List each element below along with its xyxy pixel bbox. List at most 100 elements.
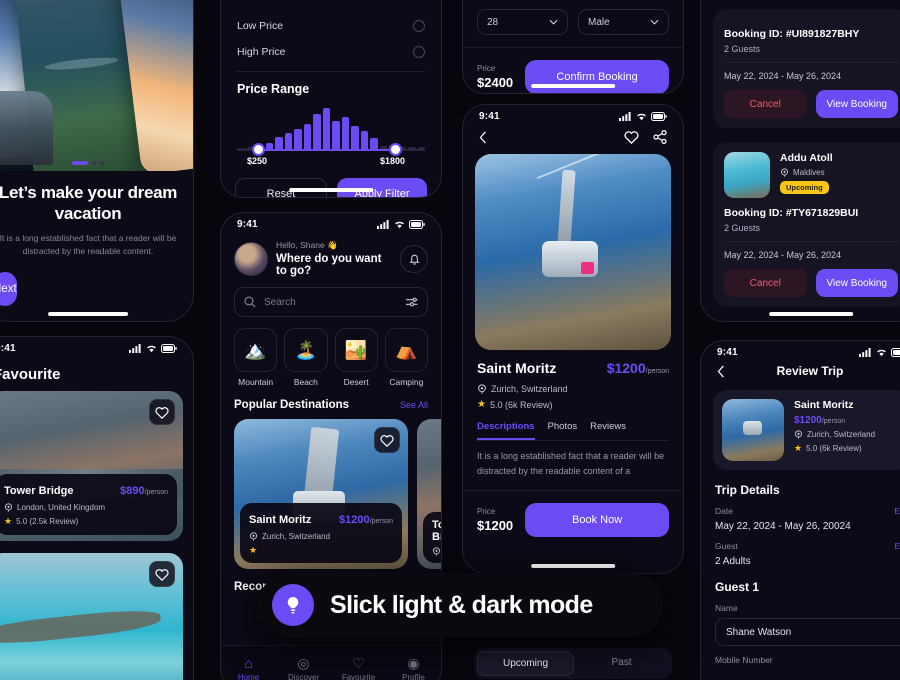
trip-rating: 5.0 (6k Review) [806, 444, 862, 453]
booking-id: Booking ID: #TY671829BUI [724, 207, 859, 219]
view-booking-button[interactable]: View Booking [815, 269, 898, 297]
chevron-left-icon[interactable] [479, 131, 487, 144]
favourite-card-location: London, United Kingdom [17, 503, 106, 512]
onboarding-next-button[interactable]: Next [0, 271, 17, 306]
filter-sheet: Low Price High Price Price Range $250 $1… [220, 0, 442, 198]
wifi-icon [147, 345, 156, 353]
name-label: Name [715, 603, 738, 613]
tab-discover[interactable]: ◎ Discover [276, 656, 331, 680]
booking-card-1: Booking ID: #UI891827BHY 2 Guests May 22… [713, 9, 900, 128]
price-block: Price $2400 [477, 64, 513, 90]
favourite-screen: 9:41 Favourite Tower Bridge $890/person [0, 336, 194, 680]
status-time: 9:41 [717, 347, 738, 358]
segment-upcoming[interactable]: Upcoming [477, 651, 574, 676]
destination-card-info: Saint Moritz $1200/person Zurich, Switze… [240, 503, 402, 563]
category-mountain[interactable]: 🏔️ Mountain [234, 328, 278, 387]
edit-date-link[interactable]: Edit [894, 506, 900, 516]
name-input[interactable]: Shane Watson [715, 618, 900, 646]
date-label: Date [715, 506, 733, 516]
onboarding-pagination-dots[interactable] [72, 161, 104, 165]
trip-location: Zurich, Switzerland [807, 430, 876, 439]
confirm-booking-button[interactable]: Confirm Booking [525, 60, 669, 93]
view-booking-button[interactable]: View Booking [815, 90, 898, 118]
edit-guest-link[interactable]: Edit [894, 541, 900, 551]
avatar[interactable] [234, 241, 268, 276]
status-icons [129, 344, 177, 353]
booking-destination-name: Addu Atoll [780, 152, 833, 164]
dot-3[interactable] [100, 161, 104, 165]
category-beach[interactable]: 🏝️ Beach [284, 328, 328, 387]
heart-icon: ♡ [352, 654, 365, 671]
heart-icon[interactable] [149, 561, 175, 587]
sliders-filter-icon[interactable] [405, 296, 418, 308]
divider [724, 241, 898, 242]
favourite-card-per: /person [144, 489, 168, 496]
filter-option-high-price[interactable]: High Price [221, 39, 441, 65]
review-trip-screen: 9:41 Review Trip Saint Moritz $1200/pers… [700, 340, 900, 680]
destination-card-tower-bridge[interactable]: Tower Bridge [417, 419, 441, 569]
home-icon: ⌂ [244, 654, 253, 671]
radio-icon[interactable] [413, 46, 425, 58]
range-slider-min-knob[interactable] [252, 143, 266, 156]
price-block: Price $1200 [477, 507, 513, 533]
detail-per: /person [645, 368, 669, 375]
detail-bottom-bar: Price $1200 Book Now [463, 490, 683, 538]
callout-text: Slick light & dark mode [330, 590, 593, 619]
filter-option-low-price[interactable]: Low Price [221, 13, 441, 39]
field-name: Name Shane Watson [701, 594, 900, 646]
cellular-signal-icon [377, 220, 389, 229]
age-select[interactable]: 28 [477, 9, 568, 35]
category-icon: 🏜️ [334, 328, 378, 372]
radio-icon[interactable] [413, 20, 425, 32]
detail-title: Saint Moritz [477, 360, 557, 376]
destination-card-saint-moritz[interactable]: Saint Moritz $1200/person Zurich, Switze… [234, 419, 408, 569]
destination-card-info: Tower Bridge [423, 512, 441, 563]
favourite-card-addu-atoll[interactable] [0, 553, 183, 680]
segment-past[interactable]: Past [574, 651, 669, 676]
cancel-button[interactable]: Cancel [724, 90, 807, 118]
heart-icon[interactable] [624, 130, 639, 144]
greeting-row: Hello, Shane 👋 Where do you want to go? [221, 232, 441, 277]
destination-name: Saint Moritz [249, 514, 312, 526]
review-nav: Review Trip [701, 360, 900, 378]
search-placeholder: Search [264, 296, 296, 308]
tab-descriptions[interactable]: Descriptions [477, 421, 535, 440]
trip-price: $1200 [794, 415, 822, 426]
tab-photos[interactable]: Photos [548, 421, 578, 440]
destination-carousel[interactable]: Saint Moritz $1200/person Zurich, Switze… [221, 411, 441, 569]
battery-icon [651, 112, 667, 121]
status-icons [619, 112, 667, 121]
page-title: Review Trip [776, 364, 844, 378]
feature-callout-pill: Slick light & dark mode [258, 573, 663, 637]
category-icon: 🏝️ [284, 328, 328, 372]
search-input[interactable]: Search [234, 287, 428, 317]
tab-home[interactable]: ⌂ Home [221, 656, 276, 680]
gender-select[interactable]: Male [578, 9, 669, 35]
guest-value: 2 Adults [715, 556, 751, 567]
favourite-card-rating: 5.0 (2.5k Review) [16, 517, 79, 526]
category-desert[interactable]: 🏜️ Desert [334, 328, 378, 387]
booking-card-2: Addu Atoll Maldives Upcoming Booking ID:… [713, 142, 900, 307]
book-now-button[interactable]: Book Now [525, 503, 669, 538]
category-camping[interactable]: ⛺ Camping [384, 328, 428, 387]
range-slider-max-knob[interactable] [389, 143, 403, 156]
heart-icon[interactable] [374, 427, 400, 453]
see-all-link[interactable]: See All [400, 400, 428, 410]
tab-profile[interactable]: ◉ Profile [386, 656, 441, 680]
tab-favourite[interactable]: ♡ Favourite [331, 656, 386, 680]
heart-icon[interactable] [149, 399, 175, 425]
share-icon[interactable] [653, 130, 667, 144]
onboarding-copy: Let’s make your dream vacation It is a l… [0, 171, 193, 258]
favourite-page-title: Favourite [0, 366, 61, 383]
bell-icon[interactable] [400, 244, 428, 273]
dot-2[interactable] [92, 161, 96, 165]
mobile-label: Mobile Number [715, 655, 773, 665]
cancel-button[interactable]: Cancel [724, 269, 807, 297]
destination-per: /person [369, 518, 393, 525]
favourite-card-tower-bridge[interactable]: Tower Bridge $890/person London, United … [0, 391, 183, 541]
tab-reviews[interactable]: Reviews [590, 421, 626, 440]
detail-price: $1200 [606, 360, 646, 376]
dot-1[interactable] [72, 161, 88, 165]
field-guest: Guest Edit 2 Adults [701, 532, 900, 567]
price-value: $1200 [477, 518, 514, 534]
